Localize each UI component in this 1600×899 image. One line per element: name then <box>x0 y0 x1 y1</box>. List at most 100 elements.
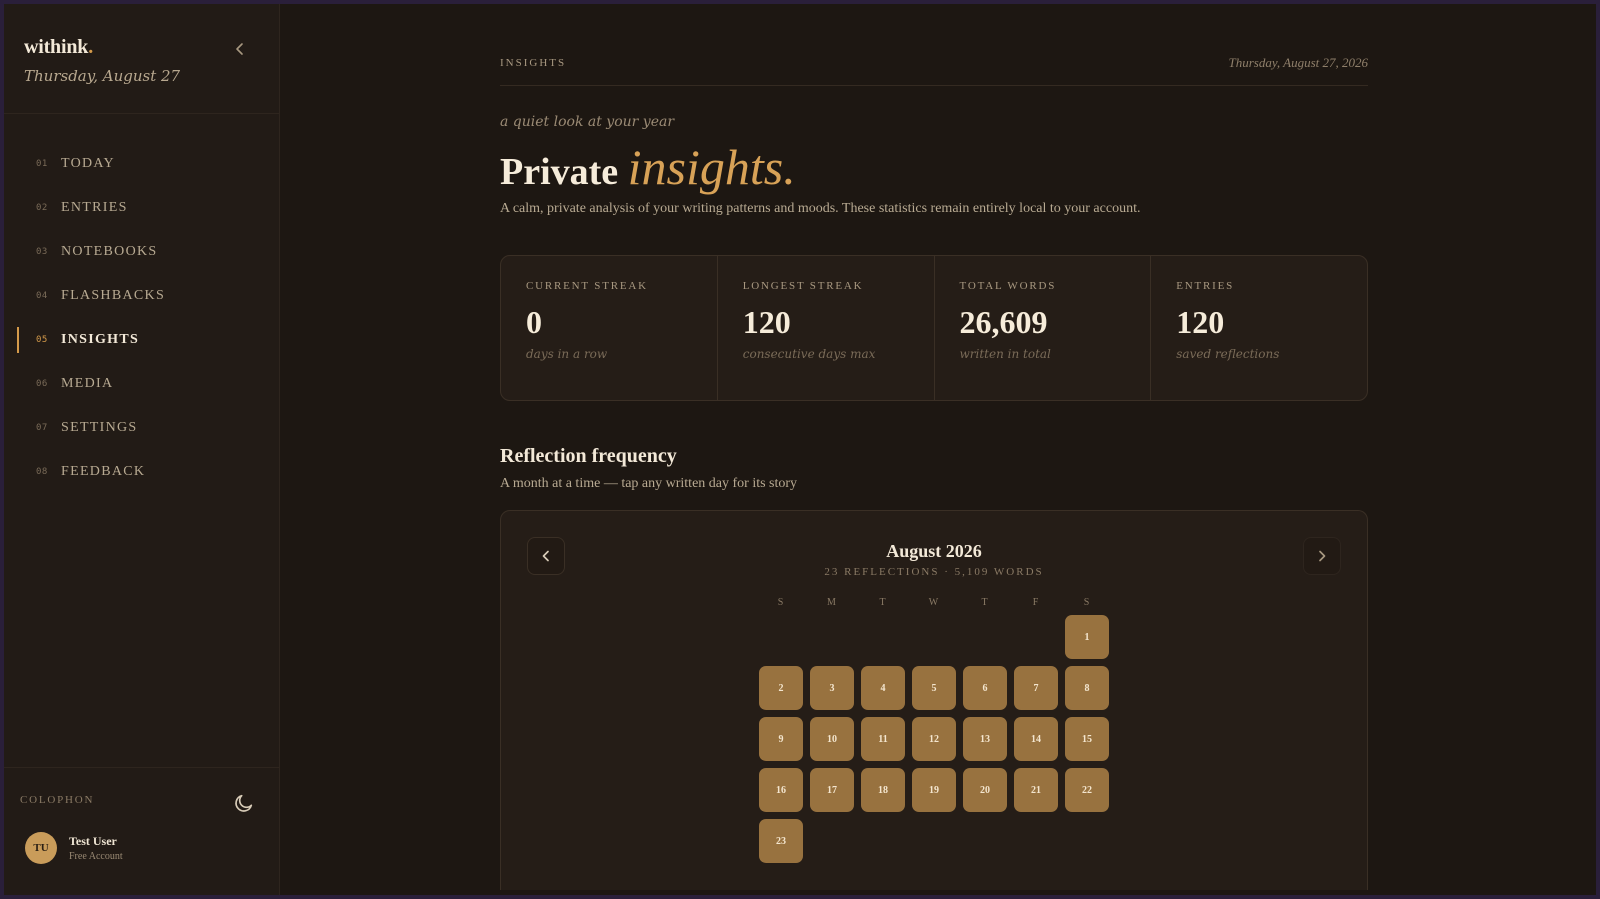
calendar-blank <box>861 615 905 659</box>
user-meta: Test User Free Account <box>69 834 123 862</box>
sidebar-item-notebooks[interactable]: 03 NOTEBOOKS <box>4 230 279 274</box>
calendar-blank <box>810 615 854 659</box>
calendar-month: August 2026 <box>886 541 982 561</box>
stat-current-streak: CURRENT STREAK 0 days in a row <box>501 256 718 400</box>
next-month-button[interactable] <box>1303 537 1341 575</box>
nav-number: 05 <box>36 335 48 345</box>
calendar-day[interactable]: 16 <box>759 768 803 812</box>
calendar-blank <box>912 615 956 659</box>
insights-page: INSIGHTS Thursday, August 27, 2026 a qui… <box>500 4 1368 890</box>
chevron-left-icon <box>542 550 549 562</box>
calendar-day[interactable]: 6 <box>963 666 1007 710</box>
weekday-label: M <box>827 597 837 608</box>
calendar-day[interactable]: 2 <box>759 666 803 710</box>
sidebar-footer: COLOPHON TU Test User Free Account <box>4 767 279 895</box>
chevron-right-icon <box>1319 550 1326 562</box>
sidebar-item-insights[interactable]: 05 INSIGHTS <box>4 318 279 362</box>
nav-label: MEDIA <box>61 376 114 391</box>
sidebar: withink. Thursday, August 27 01 TODAY 02 EN… <box>4 4 280 895</box>
calendar-grid: SMTWTFS 1 2 3 4 5 6 7 8 9 10 11 12 13 14 15 16 17 18 19 20 2… <box>759 597 1111 863</box>
nav-label: ENTRIES <box>61 200 128 215</box>
stat-longest-streak: LONGEST STREAK 120 consecutive days max <box>718 256 935 400</box>
calendar-day[interactable]: 22 <box>1065 768 1109 812</box>
theme-toggle-button[interactable] <box>233 792 255 814</box>
stat-note: saved reflections <box>1176 347 1280 361</box>
nav-number: 08 <box>36 467 48 477</box>
nav-label: INSIGHTS <box>61 332 140 347</box>
brand-name: withink <box>24 36 89 58</box>
nav-label: FEEDBACK <box>61 464 146 479</box>
stat-entries: ENTRIES 120 saved reflections <box>1151 256 1367 400</box>
brand-logo[interactable]: withink. <box>24 36 259 59</box>
calendar-days: 1 2 3 4 5 6 7 8 9 10 11 12 13 14 15 16 17 18 19 20 21 22 23 <box>759 615 1111 863</box>
page-topline: INSIGHTS Thursday, August 27, 2026 <box>500 4 1368 86</box>
calendar-day[interactable]: 20 <box>963 768 1007 812</box>
top-date: Thursday, August 27, 2026 <box>1228 54 1368 70</box>
stats-panel: CURRENT STREAK 0 days in a row LONGEST STRE… <box>500 255 1368 401</box>
calendar-blank <box>759 615 803 659</box>
calendar-day[interactable]: 18 <box>861 768 905 812</box>
colophon-label: COLOPHON <box>20 794 95 806</box>
nav-number: 01 <box>36 159 48 169</box>
previous-month-button[interactable] <box>527 537 565 575</box>
calendar-day[interactable]: 21 <box>1014 768 1058 812</box>
stat-value: 120 <box>742 304 791 340</box>
calendar-day[interactable]: 7 <box>1014 666 1058 710</box>
brand-block: withink. Thursday, August 27 <box>4 4 279 114</box>
sidebar-item-settings[interactable]: 07 SETTINGS <box>4 406 279 450</box>
sidebar-item-today[interactable]: 01 TODAY <box>4 142 279 186</box>
stat-label: ENTRIES <box>1176 280 1235 292</box>
calendar-day[interactable]: 12 <box>912 717 956 761</box>
chevron-left-icon <box>236 43 243 55</box>
page-subtitle: A calm, private analysis of your writing… <box>500 201 1141 216</box>
nav-label: NOTEBOOKS <box>61 244 158 259</box>
calendar-blank <box>963 615 1007 659</box>
calendar-day[interactable]: 13 <box>963 717 1007 761</box>
user-profile[interactable]: TU Test User Free Account <box>20 832 263 864</box>
calendar-day[interactable]: 17 <box>810 768 854 812</box>
calendar-day[interactable]: 8 <box>1065 666 1109 710</box>
nav-label: FLASHBACKS <box>61 288 166 303</box>
calendar-day[interactable]: 23 <box>759 819 803 863</box>
weekday-label: F <box>1032 597 1040 608</box>
calendar-day[interactable]: 4 <box>861 666 905 710</box>
calendar-day[interactable]: 9 <box>759 717 803 761</box>
calendar-day[interactable]: 10 <box>810 717 854 761</box>
calendar-day[interactable]: 14 <box>1014 717 1058 761</box>
sidebar-item-flashbacks[interactable]: 04 FLASHBACKS <box>4 274 279 318</box>
frequency-title: Reflection frequency <box>500 445 677 467</box>
sidebar-item-entries[interactable]: 02 ENTRIES <box>4 186 279 230</box>
sidebar-item-media[interactable]: 06 MEDIA <box>4 362 279 406</box>
app-window: withink. Thursday, August 27 01 TODAY 02 EN… <box>4 4 1596 895</box>
stat-label: TOTAL WORDS <box>959 280 1057 292</box>
collapse-sidebar-button[interactable] <box>231 40 249 58</box>
calendar-day[interactable]: 3 <box>810 666 854 710</box>
calendar-summary: 23 REFLECTIONS · 5,109 WORDS <box>824 566 1044 578</box>
sidebar-date: Thursday, August 27 <box>24 67 181 85</box>
calendar-day[interactable]: 11 <box>861 717 905 761</box>
weekday-label: T <box>981 597 989 608</box>
stat-total-words: TOTAL WORDS 26,609 written in total <box>935 256 1152 400</box>
nav-number: 07 <box>36 423 48 433</box>
stat-label: CURRENT STREAK <box>526 280 648 292</box>
calendar-blank <box>1014 615 1058 659</box>
stat-note: days in a row <box>526 347 608 361</box>
section-label: INSIGHTS <box>500 56 567 69</box>
stat-note: consecutive days max <box>742 347 876 361</box>
stat-note: written in total <box>959 347 1051 361</box>
nav-label: TODAY <box>61 156 115 171</box>
weekday-label: S <box>777 597 785 608</box>
calendar-day[interactable]: 1 <box>1065 615 1109 659</box>
avatar: TU <box>25 832 57 864</box>
title-accent: insights. <box>627 139 796 195</box>
sidebar-item-feedback[interactable]: 08 FEEDBACK <box>4 450 279 494</box>
weekday-label: S <box>1083 597 1091 608</box>
frequency-subtitle: A month at a time — tap any written day … <box>500 476 798 491</box>
brand-dot: . <box>88 36 93 58</box>
calendar-day[interactable]: 5 <box>912 666 956 710</box>
calendar-card: August 2026 23 REFLECTIONS · 5,109 WORDS… <box>500 510 1368 890</box>
calendar-day[interactable]: 15 <box>1065 717 1109 761</box>
calendar-day[interactable]: 19 <box>912 768 956 812</box>
nav-label: SETTINGS <box>61 420 138 435</box>
stat-label: LONGEST STREAK <box>742 280 864 292</box>
